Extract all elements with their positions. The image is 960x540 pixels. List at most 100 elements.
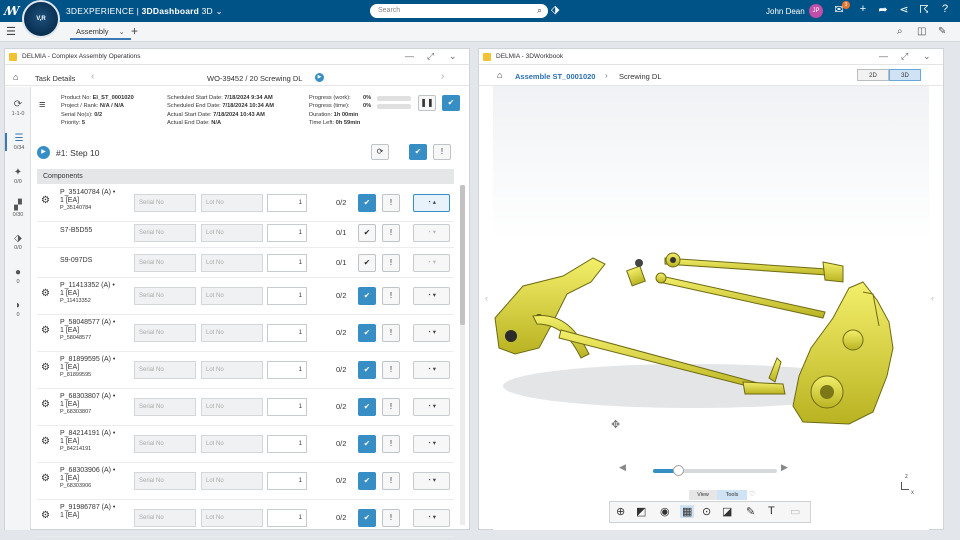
- part-menu-button[interactable]: ◔ ▾: [413, 224, 450, 242]
- render-icon[interactable]: ◉: [660, 505, 670, 518]
- collapse-right-icon[interactable]: ‹: [931, 293, 934, 303]
- serial-no-field[interactable]: Serial No: [134, 435, 196, 453]
- sidebar-item-refresh[interactable]: ⟳ 1-1-0: [5, 99, 31, 117]
- avatar[interactable]: JP: [809, 4, 823, 18]
- maximize-icon[interactable]: ⤢: [901, 51, 908, 62]
- quantity-input[interactable]: 1: [267, 287, 307, 305]
- lot-no-field[interactable]: Lot No: [201, 435, 263, 453]
- lot-no-field[interactable]: Lot No: [201, 509, 263, 527]
- issue-button[interactable]: !: [382, 224, 400, 242]
- assembly-model[interactable]: [493, 86, 929, 446]
- issue-button[interactable]: !: [382, 509, 400, 527]
- complete-button[interactable]: ✔: [442, 95, 460, 111]
- serial-no-field[interactable]: Serial No: [134, 509, 196, 527]
- sidebar-item-comments[interactable]: ◗ 0: [5, 300, 31, 318]
- lot-no-field[interactable]: Lot No: [201, 324, 263, 342]
- tab-assembly[interactable]: Assembly ⌄: [70, 25, 131, 40]
- quantity-input[interactable]: 1: [267, 398, 307, 416]
- serial-no-field[interactable]: Serial No: [134, 472, 196, 490]
- search-icon[interactable]: ⌕: [537, 5, 542, 16]
- app-brand[interactable]: 3DEXPERIENCE | 3DDashboard 3D ⌄: [66, 6, 223, 17]
- issue-button[interactable]: !: [382, 254, 400, 272]
- slider-left-arrow-icon[interactable]: ◀: [619, 462, 626, 473]
- sidebar-item-parts[interactable]: ▞ 0/30: [5, 200, 31, 218]
- note-icon[interactable]: ▭: [790, 505, 800, 518]
- pen-icon[interactable]: ✎: [746, 505, 755, 518]
- chevron-down-icon[interactable]: ⌄: [449, 51, 457, 62]
- pause-button[interactable]: ❚❚: [418, 95, 436, 111]
- quantity-input[interactable]: 1: [267, 254, 307, 272]
- camera-icon[interactable]: ◩: [636, 505, 646, 518]
- sidebar-item-tags[interactable]: ⬗ 0/0: [5, 233, 31, 251]
- prev-arrow-icon[interactable]: ‹: [91, 71, 94, 82]
- search-input[interactable]: Search ⌕: [370, 4, 548, 18]
- part-menu-button[interactable]: ◔ ▾: [413, 287, 450, 305]
- lot-no-field[interactable]: Lot No: [201, 287, 263, 305]
- confirm-button[interactable]: ✔: [358, 509, 376, 527]
- next-arrow-icon[interactable]: ›: [441, 71, 444, 82]
- part-menu-button[interactable]: ◔ ▾: [413, 324, 450, 342]
- issue-button[interactable]: !: [382, 398, 400, 416]
- part-menu-button[interactable]: ◔ ▾: [413, 435, 450, 453]
- network-icon[interactable]: ⋖: [897, 3, 911, 16]
- breadcrumb-link[interactable]: Assemble ST_0001020: [515, 72, 595, 81]
- serial-no-field[interactable]: Serial No: [134, 287, 196, 305]
- share-icon[interactable]: ➦: [876, 3, 890, 16]
- section-icon[interactable]: ◪: [722, 505, 732, 518]
- lot-no-field[interactable]: Lot No: [201, 224, 263, 242]
- issue-button[interactable]: !: [382, 361, 400, 379]
- step-issue-button[interactable]: !: [433, 144, 451, 160]
- step-complete-button[interactable]: ✔: [409, 144, 427, 160]
- part-menu-button[interactable]: ◔ ▾: [413, 472, 450, 490]
- play-icon[interactable]: ▶: [315, 73, 324, 82]
- zoom-area-icon[interactable]: ⊙: [702, 505, 711, 518]
- lot-no-field[interactable]: Lot No: [201, 361, 263, 379]
- part-menu-button[interactable]: ◔ ▾: [413, 509, 450, 527]
- favorite-icon[interactable]: ♡: [749, 490, 755, 498]
- serial-no-field[interactable]: Serial No: [134, 194, 196, 212]
- serial-no-field[interactable]: Serial No: [134, 398, 196, 416]
- quantity-input[interactable]: 1: [267, 361, 307, 379]
- 3d-viewer[interactable]: ✥ ◀ ▶ View Tools ♡ ⊕ ◩ ◉ ▦ ⊙ ◪ ✎ T ▭ z x: [493, 86, 929, 530]
- lot-no-field[interactable]: Lot No: [201, 194, 263, 212]
- home-icon[interactable]: ⌂: [497, 70, 502, 80]
- tag-icon[interactable]: ⬗: [551, 3, 559, 16]
- edit-icon[interactable]: ✎: [938, 26, 946, 37]
- issue-button[interactable]: !: [382, 194, 400, 212]
- step-slider[interactable]: [653, 465, 777, 476]
- vr-icon[interactable]: ◫: [917, 26, 926, 37]
- add-tab-button[interactable]: +: [131, 24, 138, 38]
- confirm-button[interactable]: ✔: [358, 435, 376, 453]
- menu-icon[interactable]: ☰: [6, 25, 16, 38]
- details-icon[interactable]: ≡: [39, 99, 45, 111]
- confirm-button[interactable]: ✔: [358, 194, 376, 212]
- quantity-input[interactable]: 1: [267, 194, 307, 212]
- confirm-button[interactable]: ✔: [358, 287, 376, 305]
- sidebar-item-tools[interactable]: ✦ 0/0: [5, 167, 31, 185]
- quantity-input[interactable]: 1: [267, 472, 307, 490]
- confirm-button[interactable]: ✔: [358, 324, 376, 342]
- chevron-down-icon[interactable]: ⌄: [923, 51, 931, 62]
- slider-right-arrow-icon[interactable]: ▶: [781, 462, 788, 473]
- part-menu-button[interactable]: ◔ ▴: [413, 194, 450, 212]
- mode-2d-button[interactable]: 2D: [857, 69, 889, 81]
- slider-knob[interactable]: [673, 465, 684, 476]
- part-menu-button[interactable]: ◔ ▾: [413, 398, 450, 416]
- maximize-icon[interactable]: ⤢: [427, 51, 434, 62]
- confirm-button[interactable]: ✔: [358, 398, 376, 416]
- select-icon[interactable]: ▦: [680, 505, 695, 518]
- confirm-button[interactable]: ✔: [358, 361, 376, 379]
- serial-no-field[interactable]: Serial No: [134, 254, 196, 272]
- serial-no-field[interactable]: Serial No: [134, 324, 196, 342]
- issue-button[interactable]: !: [382, 435, 400, 453]
- add-icon[interactable]: +: [856, 3, 870, 15]
- issue-button[interactable]: !: [382, 287, 400, 305]
- fit-all-icon[interactable]: ⊕: [616, 505, 625, 518]
- confirm-button[interactable]: ✔: [358, 254, 376, 272]
- serial-no-field[interactable]: Serial No: [134, 361, 196, 379]
- lot-no-field[interactable]: Lot No: [201, 254, 263, 272]
- lot-no-field[interactable]: Lot No: [201, 398, 263, 416]
- sidebar-item-alerts[interactable]: ● 0: [5, 267, 31, 285]
- scrollbar-thumb[interactable]: [460, 185, 465, 325]
- play-icon[interactable]: ▶: [37, 146, 50, 159]
